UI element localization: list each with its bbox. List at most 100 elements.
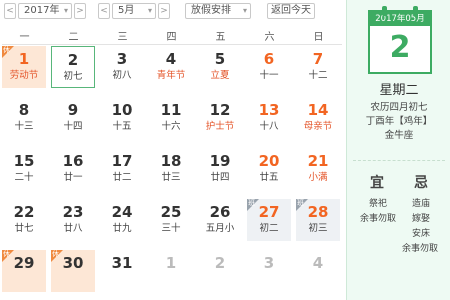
day-cell[interactable]: 10 十五 xyxy=(100,97,144,139)
lunar-label: 十五 xyxy=(112,121,132,132)
day-number: 4 xyxy=(165,50,177,68)
day-cell[interactable]: 4 青年节 xyxy=(149,46,193,88)
day-cell[interactable]: 20 廿五 xyxy=(247,148,291,190)
ji-item: 安床 xyxy=(412,229,431,239)
weekday-label: 日 xyxy=(313,32,324,43)
day-number: 10 xyxy=(111,101,133,119)
lunar-label: 初二 xyxy=(259,223,279,234)
weekday-label: 三 xyxy=(117,32,128,43)
lunar-label: 十一 xyxy=(259,70,279,81)
lunar-label: 二十 xyxy=(14,172,34,183)
day-cell[interactable]: 15 二十 xyxy=(2,148,46,190)
day-number: 25 xyxy=(160,203,182,221)
workday-badge: 班 xyxy=(296,199,308,211)
holiday-select[interactable]: 放假安排 ▾ xyxy=(185,3,251,19)
lunar-label: 护士节 xyxy=(205,121,235,132)
day-cell[interactable]: 22 廿七 xyxy=(2,199,46,241)
day-cell[interactable]: 16 廿一 xyxy=(51,148,95,190)
yi-item: 祭祀 xyxy=(369,199,388,209)
day-cell[interactable]: 18 廿三 xyxy=(149,148,193,190)
day-cell[interactable]: 17 廿二 xyxy=(100,148,144,190)
day-number: 20 xyxy=(258,152,280,170)
day-number: 3 xyxy=(116,50,128,68)
month-select[interactable]: 5月 ▾ xyxy=(112,3,156,19)
holiday-badge: 休 xyxy=(2,46,14,58)
day-cell[interactable]: 3 初八 xyxy=(100,46,144,88)
day-cell[interactable]: 6 十一 xyxy=(247,46,291,88)
lunar-label: 廿五 xyxy=(259,172,279,183)
panel-month-header: 2017年05月 xyxy=(370,12,430,26)
lunar-label: 初八 xyxy=(112,70,132,81)
chevron-down-icon: ▾ xyxy=(147,6,152,15)
badge-label: 休 xyxy=(3,250,10,258)
day-cell[interactable]: 26 五月小 xyxy=(198,199,242,241)
prev-month-button[interactable]: < xyxy=(98,3,110,19)
weekday-label: 二 xyxy=(68,32,79,43)
day-number: 14 xyxy=(307,101,329,119)
next-month-button[interactable]: > xyxy=(158,3,170,19)
lunar-label: 廿七 xyxy=(14,223,34,234)
day-cell[interactable]: 23 廿八 xyxy=(51,199,95,241)
day-cell[interactable]: 班 28 初三 xyxy=(296,199,340,241)
day-cell[interactable]: 19 廿四 xyxy=(198,148,242,190)
day-cell[interactable]: 2 xyxy=(198,250,242,292)
day-cell[interactable]: 4 xyxy=(296,250,340,292)
divider xyxy=(353,160,445,161)
lunar-label: 十三 xyxy=(14,121,34,132)
day-number: 23 xyxy=(62,203,84,221)
day-cell[interactable]: 12 护士节 xyxy=(198,97,242,139)
year-select[interactable]: 2017年 ▾ xyxy=(18,3,72,19)
panel-big-day: 2 xyxy=(389,30,411,65)
next-year-button[interactable]: > xyxy=(74,3,86,19)
day-cell[interactable]: 2 初七 xyxy=(51,46,95,88)
holiday-badge: 休 xyxy=(2,250,14,262)
day-number: 2 xyxy=(67,51,79,69)
lunar-label: 初三 xyxy=(308,223,328,234)
day-cell[interactable]: 31 xyxy=(100,250,144,292)
day-cell[interactable]: 1 xyxy=(149,250,193,292)
day-detail-panel: 2017年05月 2 星期二 农历四月初七 丁酉年【鸡年】 金牛座 宜 忌 祭祀… xyxy=(346,0,450,300)
lunar-label: 廿八 xyxy=(63,223,83,234)
toolbar: < 2017年 ▾ > < 5月 ▾ > 放假安排 ▾ 返回今天 xyxy=(0,0,345,24)
day-number: 16 xyxy=(62,152,84,170)
calendar-page-icon: 2017年05月 2 xyxy=(368,6,432,74)
day-cell[interactable]: 休 29 xyxy=(2,250,46,292)
lunar-label: 十二 xyxy=(308,70,328,81)
day-number: 1 xyxy=(165,254,177,272)
day-cell[interactable]: 5 立夏 xyxy=(198,46,242,88)
yi-item: 余事勿取 xyxy=(360,214,397,224)
prev-year-button[interactable]: < xyxy=(4,3,16,19)
day-cell[interactable]: 21 小满 xyxy=(296,148,340,190)
day-cell[interactable]: 休 1 劳动节 xyxy=(2,46,46,88)
ring-icon xyxy=(413,6,418,16)
weekday-label: 六 xyxy=(264,32,275,43)
day-cell[interactable]: 13 十八 xyxy=(247,97,291,139)
day-number: 17 xyxy=(111,152,133,170)
day-number: 31 xyxy=(111,254,133,272)
day-cell[interactable]: 8 十三 xyxy=(2,97,46,139)
weekday-label: 五 xyxy=(215,32,226,43)
panel-lunar-date: 农历四月初七 xyxy=(370,102,428,113)
day-cell[interactable]: 3 xyxy=(247,250,291,292)
day-cell[interactable]: 25 三十 xyxy=(149,199,193,241)
lunar-label: 三十 xyxy=(161,223,181,234)
lunar-label: 立夏 xyxy=(210,70,230,81)
badge-label: 休 xyxy=(52,250,59,258)
day-cell[interactable]: 11 十六 xyxy=(149,97,193,139)
day-number: 21 xyxy=(307,152,329,170)
day-cell[interactable]: 休 30 xyxy=(51,250,95,292)
day-number: 22 xyxy=(13,203,35,221)
day-cell[interactable]: 24 廿九 xyxy=(100,199,144,241)
lunar-label: 小满 xyxy=(308,172,328,183)
lunar-label: 青年节 xyxy=(156,70,186,81)
day-cell[interactable]: 班 27 初二 xyxy=(247,199,291,241)
day-number: 9 xyxy=(67,101,79,119)
lunar-label: 廿一 xyxy=(63,172,83,183)
ji-item: 嫁娶 xyxy=(412,214,431,224)
back-to-today-button[interactable]: 返回今天 xyxy=(267,3,315,19)
day-cell[interactable]: 14 母亲节 xyxy=(296,97,340,139)
day-cell[interactable]: 7 十二 xyxy=(296,46,340,88)
day-cell[interactable]: 9 十四 xyxy=(51,97,95,139)
yi-label: 宜 xyxy=(370,175,384,191)
day-number: 6 xyxy=(263,50,275,68)
